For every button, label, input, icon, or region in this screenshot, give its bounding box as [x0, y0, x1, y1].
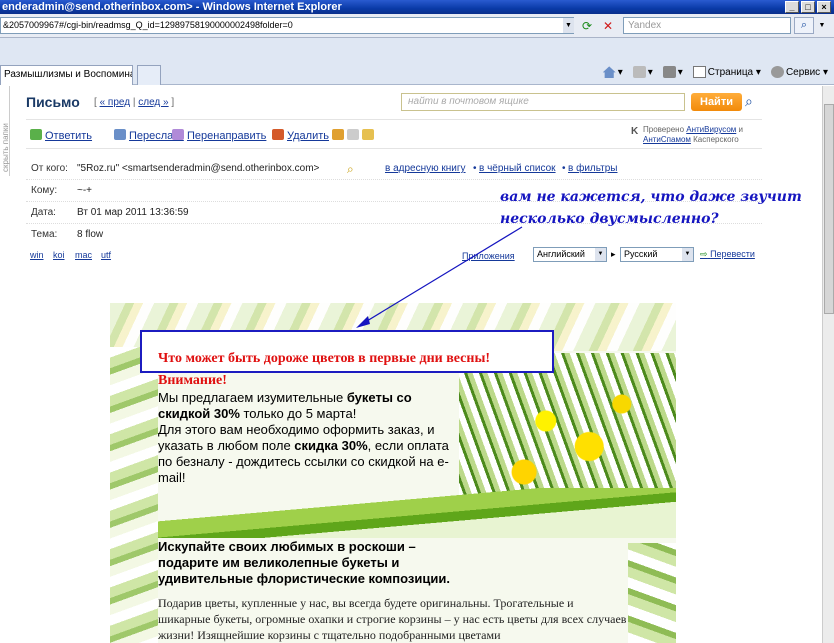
address-bar: &2057009967#/cgi-bin/readmsg_Q_id=129897…	[0, 14, 834, 38]
scrollbar-thumb[interactable]	[824, 104, 834, 314]
annotation-arrowhead	[356, 316, 370, 328]
search-icon[interactable]: ⌕	[794, 17, 814, 34]
window-title: enderadmin@send.otherinbox.com> - Window…	[2, 1, 342, 13]
tab-active[interactable]: Размышлизмы и Воспоминания...	[0, 65, 133, 85]
page-icon	[692, 66, 706, 79]
refresh-icon[interactable]: ⟳	[578, 18, 596, 34]
url-dropdown-icon[interactable]: ▼	[563, 18, 574, 33]
maximize-button[interactable]: □	[801, 1, 815, 13]
minimize-button[interactable]: _	[785, 1, 799, 13]
url-field[interactable]: &2057009967#/cgi-bin/readmsg_Q_id=129897…	[0, 17, 574, 34]
page-content: скрыть папки Письмо [ « пред | след » ] …	[0, 86, 822, 643]
feeds-icon[interactable]: ▾	[632, 65, 653, 81]
command-bar: ▾ ▾ ▾ Страница ▾ Сервис ▾	[602, 65, 828, 81]
close-button[interactable]: ×	[817, 1, 831, 13]
tab-bar: Размышлизмы и Воспоминания... ▾ ▾ ▾ Стра…	[0, 38, 834, 85]
tools-menu[interactable]: Сервис ▾	[770, 65, 828, 81]
gear-icon	[770, 66, 784, 79]
stop-icon[interactable]: ✕	[599, 18, 617, 34]
print-icon[interactable]: ▾	[662, 65, 683, 81]
window-title-bar: enderadmin@send.otherinbox.com> - Window…	[0, 0, 834, 14]
annotation-text: вам не кажется, что даже звучит нескольк…	[500, 189, 802, 227]
vertical-scrollbar[interactable]	[822, 86, 834, 643]
annotation-arrow-line	[361, 226, 523, 325]
search-input[interactable]: Yandex	[623, 17, 791, 34]
search-dropdown-icon[interactable]: ▼	[816, 17, 828, 34]
page-menu[interactable]: Страница ▾	[692, 65, 761, 81]
annotation-arrow	[356, 226, 523, 328]
new-tab-button[interactable]	[137, 65, 161, 85]
home-icon[interactable]: ▾	[602, 65, 623, 81]
